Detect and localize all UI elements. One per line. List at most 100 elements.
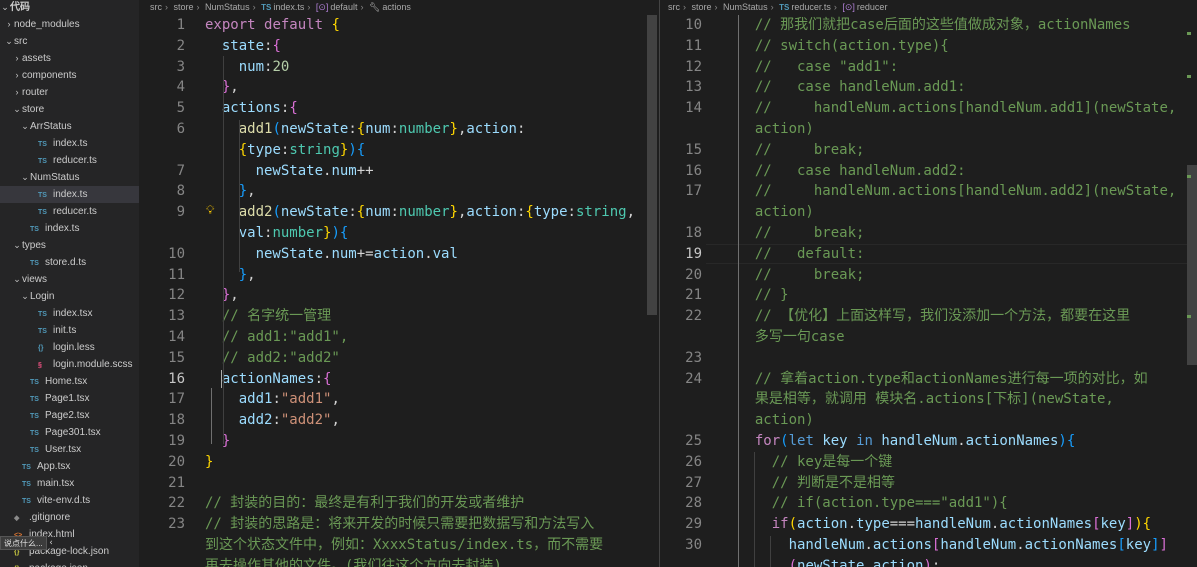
code-line[interactable]: 27 // 判断是不是相等 [660,473,1197,493]
explorer-folder[interactable]: ⌄src [0,33,139,50]
explorer-file[interactable]: TS index.ts [0,186,139,203]
code-line[interactable]: 13 // 名字统一管理 [139,306,659,326]
breadcrumb-part[interactable]: store [174,0,194,15]
explorer-folder[interactable]: › components [0,67,139,84]
code-line[interactable]: 23 // 封装的思路是：将来开发的时候只需要把数据写和方法写入 [139,514,659,534]
chevron-left-icon[interactable]: ‹ [44,536,58,550]
code-line[interactable]: 14 // handleNum.actions[handleNum.add1](… [660,98,1197,118]
breadcrumb-file[interactable]: index.ts [273,0,304,15]
code-line[interactable]: 18 // break; [660,223,1197,243]
breadcrumb-part[interactable]: NumStatus [205,0,250,15]
code-line[interactable]: 13 // case handleNum.add1: [660,77,1197,97]
explorer-file[interactable]: {} login.less [0,339,139,356]
lightbulb-icon[interactable]: 💡︎ [206,203,214,218]
explorer-folder[interactable]: › router [0,84,139,101]
code-line[interactable]: 8 }, [139,181,659,201]
explorer-file[interactable]: {}package.json [0,560,139,567]
breadcrumb-part[interactable]: NumStatus [723,0,768,15]
code-line[interactable]: 15 // add2:"add2" [139,348,659,368]
code-line[interactable]: 果是相等，就调用 模块名.actions[下标](newState, [660,389,1197,409]
code-line[interactable]: 7 newState.num++ [139,161,659,181]
explorer-folder[interactable]: ⌄types [0,237,139,254]
explorer-file[interactable]: TS Page1.tsx [0,390,139,407]
code-line[interactable]: 10 // 那我们就把case后面的这些值做成对象，actionNames [660,15,1197,35]
code-line[interactable]: 11 // switch(action.type){ [660,36,1197,56]
code-line[interactable]: 11 }, [139,265,659,285]
explorer-folder[interactable]: ⌄views [0,271,139,288]
code-line[interactable]: 26 // key是每一个键 [660,452,1197,472]
explorer-file[interactable]: TS reducer.ts [0,203,139,220]
explorer-file[interactable]: TS Page2.tsx [0,407,139,424]
scrollbar[interactable] [647,15,657,567]
code-line[interactable]: 22 // 封装的目的：最终是有利于我们的开发或者维护 [139,493,659,513]
explorer-file[interactable]: TS Home.tsx [0,373,139,390]
explorer-file[interactable]: TS App.tsx [0,458,139,475]
code-line[interactable]: 2 state:{ [139,36,659,56]
code-line[interactable]: 多写一句case [660,327,1197,347]
code-line[interactable]: 16 actionNames:{ [139,369,659,389]
code-line[interactable]: action) [660,119,1197,139]
explorer-folder[interactable]: › node_modules [0,16,139,33]
code-line[interactable]: 20} [139,452,659,472]
code-line[interactable]: action) [660,410,1197,430]
code-line[interactable]: action) [660,202,1197,222]
explorer-file[interactable]: TS User.tsx [0,441,139,458]
code-line[interactable]: 28 // if(action.type==="add1"){ [660,493,1197,513]
code-line[interactable]: 到这个状态文件中，例如：XxxxStatus/index.ts，而不需要 [139,535,659,555]
code-line[interactable]: 6 add1(newState:{num:number},action: [139,119,659,139]
code-line[interactable]: 19 } [139,431,659,451]
code-line[interactable]: 18 add2:"add2", [139,410,659,430]
explorer-file[interactable]: TS store.d.ts [0,254,139,271]
code-line[interactable]: 12 // case "add1": [660,57,1197,77]
breadcrumb-part[interactable]: src [668,0,680,15]
code-line[interactable]: 21 // } [660,285,1197,305]
explorer-folder[interactable]: ⌄store [0,101,139,118]
breadcrumb-part[interactable]: store [692,0,712,15]
code-line[interactable]: 19 // default: [660,244,1197,264]
breadcrumb-symbol[interactable]: default [330,0,357,15]
code-line[interactable]: 12 }, [139,285,659,305]
code-line[interactable]: {type:string}){ [139,140,659,160]
code-line[interactable]: val:number}){ [139,223,659,243]
code-line[interactable]: 17 add1:"add1", [139,389,659,409]
explorer-file[interactable]: TS Page301.tsx [0,424,139,441]
explorer-file[interactable]: ◆ .gitignore [0,509,139,526]
code-line[interactable]: 17 // handleNum.actions[handleNum.add2](… [660,181,1197,201]
code-line[interactable]: 5 actions:{ [139,98,659,118]
explorer-folder[interactable]: › assets [0,50,139,67]
code-line[interactable]: (newState,action); [660,556,1197,567]
scrollbar[interactable] [1187,15,1197,567]
code-line[interactable]: 24 // 拿着action.type和actionNames进行每一项的对比，… [660,369,1197,389]
code-line[interactable]: 再去操作其他的文件。(我们往这个方向去封装) [139,556,659,567]
explorer-file[interactable]: TS init.ts [0,322,139,339]
explorer-file[interactable]: TS index.ts [0,135,139,152]
explorer-file[interactable]: TS index.ts [0,220,139,237]
breadcrumb-symbol[interactable]: actions [382,0,411,15]
breadcrumb-file[interactable]: reducer.ts [791,0,831,15]
code-line[interactable]: 30 handleNum.actions[handleNum.actionNam… [660,535,1197,555]
code-line[interactable]: 4 }, [139,77,659,97]
explorer-file[interactable]: § login.module.scss [0,356,139,373]
code-line[interactable]: 16 // case handleNum.add2: [660,161,1197,181]
code-line[interactable]: 9 add2(newState:{num:number},action:{typ… [139,202,659,222]
code-line[interactable]: 14 // add1:"add1", [139,327,659,347]
explorer-folder[interactable]: ⌄Login [0,288,139,305]
explorer-folder[interactable]: ⌄NumStatus [0,169,139,186]
code-line[interactable]: 22 // 【优化】上面这样写，我们没添加一个方法，都要在这里 [660,306,1197,326]
explorer-file[interactable]: TS vite-env.d.ts [0,492,139,509]
code-line[interactable]: 10 newState.num+=action.val [139,244,659,264]
editor-right-pane[interactable]: src › store › NumStatus › TS reducer.ts › [⊙]… [660,0,1197,567]
code-line[interactable]: 21 [139,473,659,493]
code-line[interactable]: 29 if(action.type===handleNum.actionName… [660,514,1197,534]
code-line[interactable]: 15 // break; [660,140,1197,160]
code-line[interactable]: 23 [660,348,1197,368]
code-line[interactable]: 1 export default { [139,15,659,35]
explorer-file[interactable]: TS index.tsx [0,305,139,322]
explorer-file[interactable]: TS reducer.ts [0,152,139,169]
explorer-folder[interactable]: ⌄ArrStatus [0,118,139,135]
editor-left-pane[interactable]: src › store › NumStatus › TS index.ts › [⊙] de… [139,0,659,567]
explorer-file[interactable]: TS main.tsx [0,475,139,492]
breadcrumb-part[interactable]: src [150,0,162,15]
code-line[interactable]: 3 num:20 [139,57,659,77]
code-line[interactable]: 20 // break; [660,265,1197,285]
